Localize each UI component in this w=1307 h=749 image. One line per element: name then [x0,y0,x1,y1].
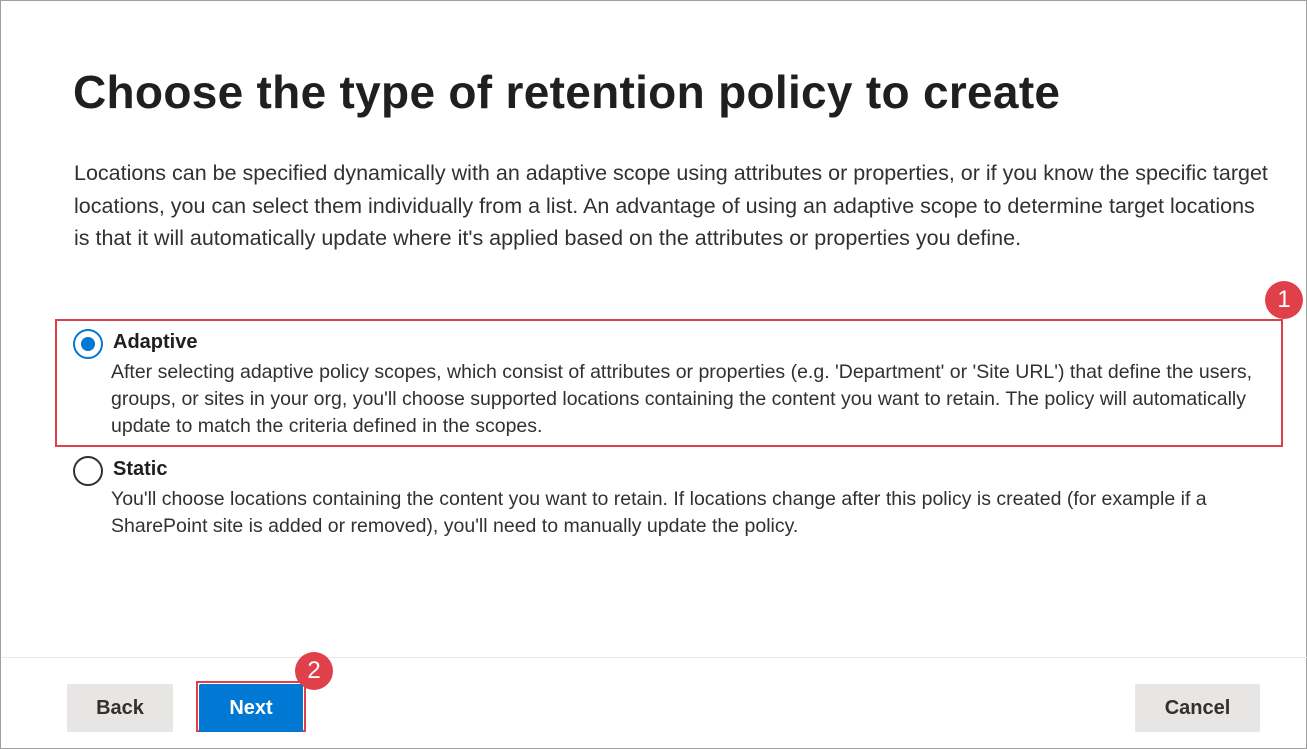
wizard-panel: Choose the type of retention policy to c… [0,0,1307,749]
intro-text: Locations can be specified dynamically w… [74,161,1268,250]
footer-divider [2,657,1307,658]
page-title: Choose the type of retention policy to c… [73,66,1061,118]
cancel-button[interactable]: Cancel [1135,684,1260,732]
option-static-label: Static [113,458,168,480]
radio-selected-dot-icon [81,337,95,351]
annotation-badge-1: 1 [1265,281,1303,319]
radio-adaptive[interactable] [73,329,103,359]
radio-static[interactable] [73,456,103,486]
option-adaptive-label: Adaptive [113,331,198,353]
back-button[interactable]: Back [67,684,173,732]
annotation-badge-2: 2 [295,652,333,690]
option-adaptive-description: After selecting adaptive policy scopes, … [111,361,1253,437]
option-static-description: You'll choose locations containing the c… [111,488,1207,537]
next-button[interactable]: Next [199,684,303,732]
